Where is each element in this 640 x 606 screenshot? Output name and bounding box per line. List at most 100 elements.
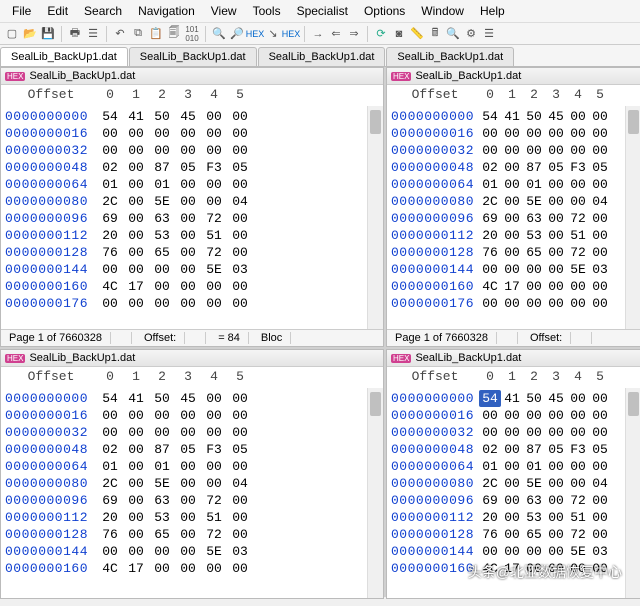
new-icon[interactable]: ▢ xyxy=(4,26,20,42)
byte-cell[interactable]: 05 xyxy=(175,441,201,458)
scroll-thumb[interactable] xyxy=(628,392,639,416)
byte-cell[interactable]: 00 xyxy=(523,261,545,278)
menu-navigation[interactable]: Navigation xyxy=(130,2,203,20)
byte-cell[interactable]: 00 xyxy=(201,407,227,424)
byte-cell[interactable]: 00 xyxy=(123,210,149,227)
menu-edit[interactable]: Edit xyxy=(39,2,76,20)
byte-cell[interactable]: 00 xyxy=(149,125,175,142)
byte-cell[interactable]: 00 xyxy=(175,407,201,424)
byte-cell[interactable]: 00 xyxy=(97,125,123,142)
byte-cell[interactable]: 87 xyxy=(149,159,175,176)
offset-cell[interactable]: 0000000144 xyxy=(391,543,479,560)
byte-cell[interactable]: F3 xyxy=(201,441,227,458)
byte-cell[interactable]: 00 xyxy=(523,424,545,441)
byte-cell[interactable]: 00 xyxy=(227,278,253,295)
offset-cell[interactable]: 0000000096 xyxy=(5,492,97,509)
hex-area[interactable]: 0000000000544150450000000000001600000000… xyxy=(387,106,640,329)
byte-cell[interactable]: 00 xyxy=(501,176,523,193)
menu-help[interactable]: Help xyxy=(472,2,513,20)
byte-cell[interactable]: 20 xyxy=(479,227,501,244)
offset-cell[interactable]: 0000000016 xyxy=(5,125,97,142)
byte-cell[interactable]: 00 xyxy=(149,142,175,159)
byte-cell[interactable]: 00 xyxy=(545,526,567,543)
byte-cell[interactable]: 00 xyxy=(567,390,589,407)
byte-cell[interactable]: 00 xyxy=(589,458,611,475)
offset-cell[interactable]: 0000000080 xyxy=(391,475,479,492)
byte-cell[interactable]: 05 xyxy=(545,441,567,458)
offset-cell[interactable]: 0000000016 xyxy=(391,407,479,424)
byte-cell[interactable]: 00 xyxy=(123,176,149,193)
byte-cell[interactable]: 00 xyxy=(227,244,253,261)
byte-cell[interactable]: 00 xyxy=(175,278,201,295)
byte-cell[interactable]: 00 xyxy=(227,424,253,441)
byte-cell[interactable]: F3 xyxy=(567,441,589,458)
byte-cell[interactable]: 17 xyxy=(123,560,149,577)
byte-cell[interactable]: 02 xyxy=(479,159,501,176)
byte-cell[interactable]: 00 xyxy=(175,526,201,543)
byte-cell[interactable]: 4C xyxy=(97,278,123,295)
byte-cell[interactable]: 00 xyxy=(175,492,201,509)
byte-cell[interactable]: 00 xyxy=(567,176,589,193)
byte-cell[interactable]: 00 xyxy=(501,441,523,458)
byte-cell[interactable]: 00 xyxy=(545,509,567,526)
offset-cell[interactable]: 0000000064 xyxy=(391,176,479,193)
byte-cell[interactable]: 65 xyxy=(523,526,545,543)
offset-cell[interactable]: 0000000080 xyxy=(391,193,479,210)
byte-cell[interactable]: 00 xyxy=(227,458,253,475)
byte-cell[interactable]: 02 xyxy=(97,159,123,176)
byte-cell[interactable]: 00 xyxy=(479,407,501,424)
byte-cell[interactable]: 00 xyxy=(545,475,567,492)
offset-cell[interactable]: 0000000048 xyxy=(5,441,97,458)
byte-cell[interactable]: 00 xyxy=(523,278,545,295)
byte-cell[interactable]: 41 xyxy=(123,390,149,407)
byte-cell[interactable]: 00 xyxy=(501,210,523,227)
byte-cell[interactable]: 00 xyxy=(501,492,523,509)
goto-icon[interactable]: ↘ xyxy=(265,26,281,42)
byte-cell[interactable]: 00 xyxy=(501,125,523,142)
offset-cell[interactable]: 0000000160 xyxy=(391,560,479,577)
offset-cell[interactable]: 0000000016 xyxy=(5,407,97,424)
byte-cell[interactable]: 00 xyxy=(501,227,523,244)
byte-cell[interactable]: 00 xyxy=(123,441,149,458)
byte-cell[interactable]: 00 xyxy=(227,210,253,227)
byte-cell[interactable]: 04 xyxy=(227,475,253,492)
byte-cell[interactable]: 00 xyxy=(545,407,567,424)
byte-cell[interactable]: 00 xyxy=(589,244,611,261)
byte-cell[interactable]: 17 xyxy=(501,278,523,295)
byte-cell[interactable]: 05 xyxy=(589,441,611,458)
byte-cell[interactable]: 01 xyxy=(97,458,123,475)
byte-cell[interactable]: 51 xyxy=(201,227,227,244)
byte-cell[interactable]: 00 xyxy=(175,509,201,526)
ruler-icon[interactable]: 📏 xyxy=(409,26,425,42)
byte-cell[interactable]: 00 xyxy=(589,509,611,526)
offset-cell[interactable]: 0000000000 xyxy=(5,108,97,125)
menu-options[interactable]: Options xyxy=(356,2,413,20)
byte-cell[interactable]: 00 xyxy=(123,227,149,244)
properties-icon[interactable]: ☰ xyxy=(85,26,101,42)
byte-cell[interactable]: 01 xyxy=(523,458,545,475)
byte-cell[interactable]: 00 xyxy=(501,509,523,526)
offset-cell[interactable]: 0000000016 xyxy=(391,125,479,142)
byte-cell[interactable]: 50 xyxy=(149,108,175,125)
byte-cell[interactable]: 00 xyxy=(545,244,567,261)
byte-cell[interactable]: 53 xyxy=(149,509,175,526)
byte-cell[interactable]: 51 xyxy=(201,509,227,526)
byte-cell[interactable]: 00 xyxy=(479,295,501,312)
byte-cell[interactable]: 00 xyxy=(227,509,253,526)
byte-cell[interactable]: 00 xyxy=(523,125,545,142)
byte-cell[interactable]: 5E xyxy=(567,543,589,560)
byte-cell[interactable]: 5E xyxy=(149,475,175,492)
disk-icon[interactable]: ◙ xyxy=(391,26,407,42)
byte-cell[interactable]: 00 xyxy=(501,295,523,312)
byte-cell[interactable]: 00 xyxy=(479,142,501,159)
byte-cell[interactable]: 00 xyxy=(545,227,567,244)
byte-cell[interactable]: 41 xyxy=(501,390,523,407)
arrow-right-icon[interactable]: → xyxy=(310,26,326,42)
byte-cell[interactable]: 00 xyxy=(545,424,567,441)
byte-cell[interactable]: 76 xyxy=(97,244,123,261)
offset-cell[interactable]: 0000000144 xyxy=(5,543,97,560)
byte-cell[interactable]: 00 xyxy=(567,278,589,295)
byte-cell[interactable]: 00 xyxy=(175,458,201,475)
byte-cell[interactable]: 00 xyxy=(567,193,589,210)
offset-cell[interactable]: 0000000096 xyxy=(5,210,97,227)
